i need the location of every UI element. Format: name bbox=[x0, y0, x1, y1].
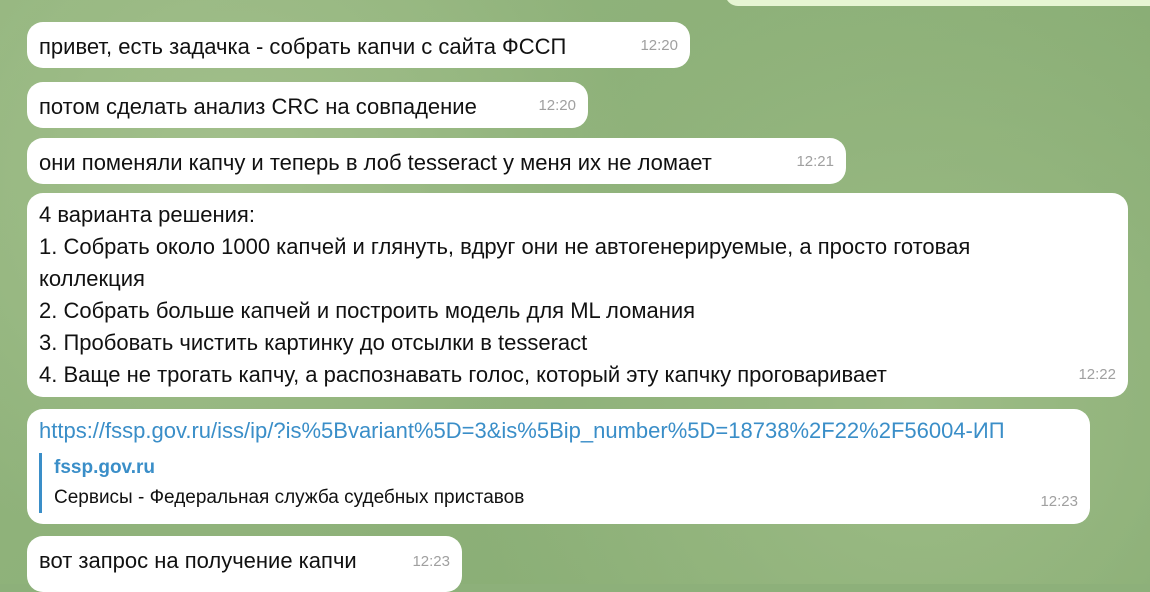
message-time: 12:21 bbox=[796, 153, 834, 170]
message-text: они поменяли капчу и теперь в лоб tesser… bbox=[39, 150, 712, 175]
message-line: 3. Пробовать чистить картинку до отсылки… bbox=[39, 330, 588, 355]
message-time: 12:23 bbox=[1040, 493, 1078, 510]
message-bubble[interactable]: они поменяли капчу и теперь в лоб tesser… bbox=[27, 138, 846, 184]
message-time: 12:23 bbox=[412, 553, 450, 570]
message-time: 12:22 bbox=[1078, 366, 1116, 383]
message-bubble[interactable]: https://fssp.gov.ru/iss/ip/?is%5Bvariant… bbox=[27, 409, 1090, 524]
message-bubble[interactable]: потом сделать анализ CRC на совпадение 1… bbox=[27, 82, 588, 128]
link-preview[interactable]: fssp.gov.ru Сервисы - Федеральная служба… bbox=[39, 453, 1078, 513]
message-link[interactable]: https://fssp.gov.ru/iss/ip/?is%5Bvariant… bbox=[39, 415, 1078, 447]
message-line: 4 варианта решения: bbox=[39, 202, 255, 227]
preview-title: Сервисы - Федеральная служба судебных пр… bbox=[54, 487, 525, 508]
message-line: 4. Ваще не трогать капчу, а распознавать… bbox=[39, 362, 887, 387]
preview-site: fssp.gov.ru bbox=[54, 457, 155, 478]
message-time: 12:20 bbox=[538, 97, 576, 114]
message-line: 2. Собрать больше капчей и построить мод… bbox=[39, 298, 696, 323]
message-bubble[interactable]: 4 варианта решения: 1. Собрать около 100… bbox=[27, 193, 1128, 397]
message-time: 12:20 bbox=[640, 37, 678, 54]
message-text: потом сделать анализ CRC на совпадение bbox=[39, 94, 477, 119]
message-bubble[interactable]: привет, есть задачка - собрать капчи с с… bbox=[27, 22, 690, 68]
outgoing-message-bubble[interactable] bbox=[725, 0, 1150, 6]
message-line: 1. Собрать около 1000 капчей и глянуть, … bbox=[39, 234, 971, 259]
message-line: коллекция bbox=[39, 266, 145, 291]
message-text: вот запрос на получение капчи bbox=[39, 548, 357, 573]
message-text: привет, есть задачка - собрать капчи с с… bbox=[39, 34, 567, 59]
